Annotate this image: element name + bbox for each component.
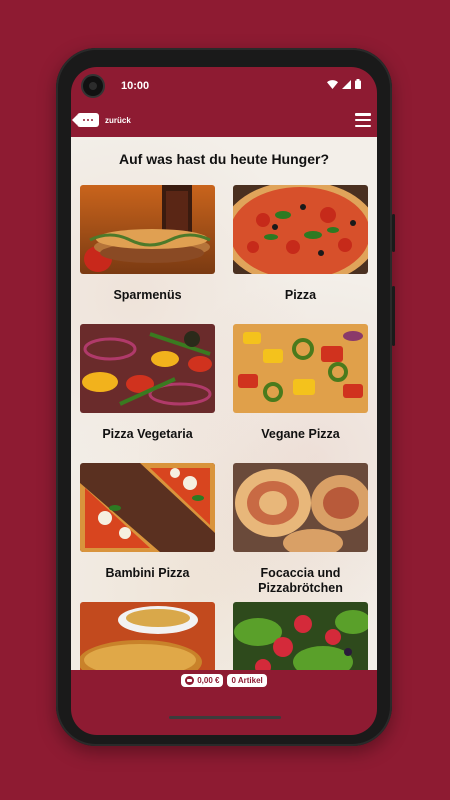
category-tile-salate[interactable] xyxy=(233,602,368,670)
schnitzel-image xyxy=(80,602,215,670)
category-label: Sparmenüs xyxy=(113,288,182,302)
pizza-image xyxy=(233,185,368,274)
app-bar: zurück xyxy=(71,105,377,137)
page-title: Auf was hast du heute Hunger? xyxy=(118,151,329,167)
status-icons xyxy=(327,79,361,89)
cart-total: 0,00 € xyxy=(197,675,220,685)
cart-icon xyxy=(185,675,195,685)
focaccia-image xyxy=(233,463,368,552)
category-tile-vegane-pizza[interactable]: Vegane Pizza xyxy=(233,324,368,442)
category-tile-sparmenus[interactable]: Sparmenüs xyxy=(80,185,215,303)
category-list[interactable]: Auf was hast du heute Hunger? Sparmenüs xyxy=(71,137,377,670)
category-tile-pizza-vegetaria[interactable]: Pizza Vegetaria xyxy=(80,324,215,442)
volume-button xyxy=(392,286,395,346)
category-label: Vegane Pizza xyxy=(261,427,340,441)
category-label: Focaccia und Pizzabrötchen xyxy=(258,566,343,595)
burger-menu-image xyxy=(80,185,215,274)
back-button[interactable]: zurück xyxy=(72,113,131,127)
battery-icon xyxy=(355,79,361,89)
category-label: Bambini Pizza xyxy=(105,566,190,580)
back-icon xyxy=(72,113,99,127)
home-indicator[interactable] xyxy=(169,716,281,719)
screen: 10:00 zurück Auf was hast du heute Hunge… xyxy=(71,67,377,735)
cart-footer: 0,00 € 0 Artikel xyxy=(71,670,377,690)
signal-icon xyxy=(342,79,351,89)
category-tile-bambini-pizza[interactable]: Bambini Pizza xyxy=(80,463,215,581)
status-time: 10:00 xyxy=(121,80,150,92)
category-label: Pizza xyxy=(284,288,317,302)
category-tile-schnitzel[interactable] xyxy=(80,602,215,670)
power-button xyxy=(392,214,395,252)
vegan-pizza-image xyxy=(233,324,368,413)
cart-total-button[interactable]: 0,00 € xyxy=(181,673,224,687)
category-tile-pizza[interactable]: Pizza xyxy=(233,185,368,303)
category-label: Pizza Vegetaria xyxy=(102,427,193,441)
vegetarian-pizza-image xyxy=(80,324,215,413)
cart-article-count: 0 Artikel xyxy=(231,675,263,685)
salad-image xyxy=(233,602,368,670)
hamburger-menu-icon[interactable] xyxy=(355,113,371,127)
camera-cutout xyxy=(83,76,103,96)
cart-articles-button[interactable]: 0 Artikel xyxy=(227,673,267,687)
back-label: zurück xyxy=(105,115,131,125)
category-tile-focaccia-pizzabroetchen[interactable]: Focaccia und Pizzabrötchen xyxy=(233,463,368,596)
wifi-icon xyxy=(327,79,338,89)
bambini-pizza-image xyxy=(80,463,215,552)
status-bar: 10:00 xyxy=(71,67,377,105)
